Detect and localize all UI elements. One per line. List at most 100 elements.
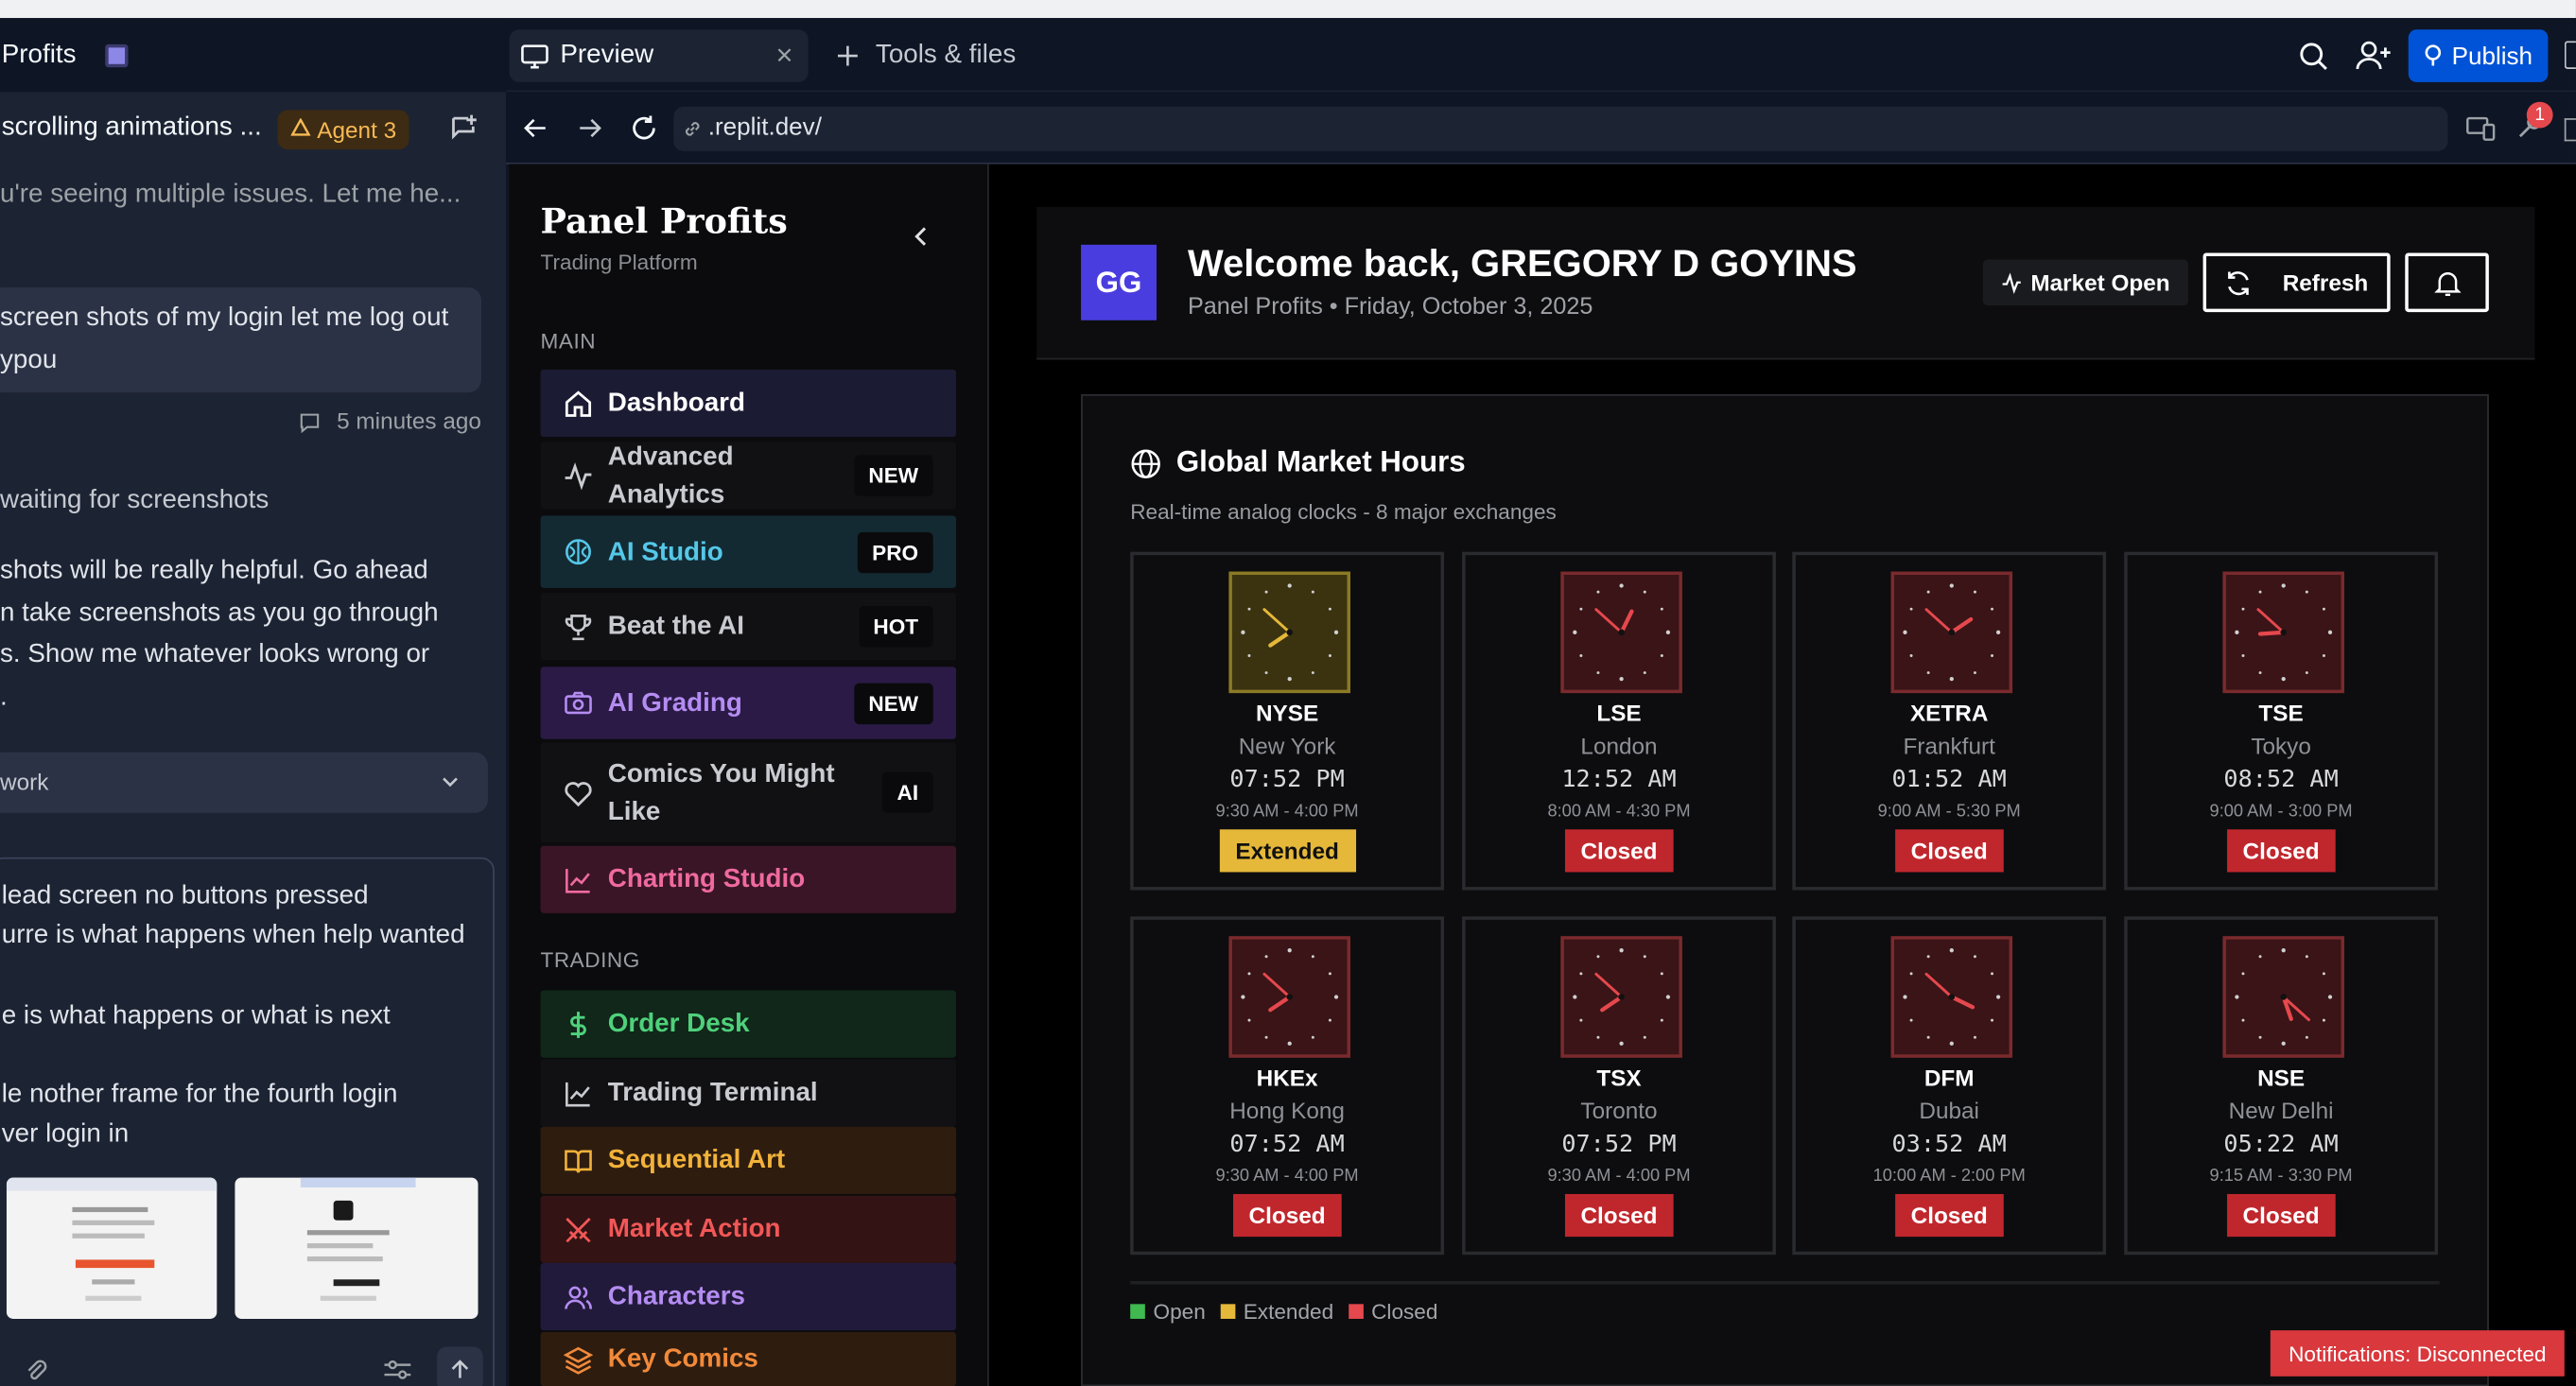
reload-icon[interactable] <box>629 113 658 143</box>
compose-box[interactable]: lead screen no buttons pressed urre is w… <box>0 857 495 1386</box>
exchange-city: Dubai <box>1919 1097 1979 1124</box>
agent-badge[interactable]: Agent 3 <box>277 110 410 150</box>
minute-hand <box>1594 608 1624 634</box>
nav-item-key-comics[interactable]: Key Comics <box>540 1331 957 1386</box>
notifications-status-toast: Notifications: Disconnected <box>2270 1330 2565 1377</box>
agent-icon <box>290 118 311 138</box>
screenshot-attachment-2[interactable] <box>235 1177 479 1319</box>
nav-label: Trading Terminal <box>607 1079 818 1107</box>
tab-tools-label: Tools & files <box>875 41 1017 69</box>
url-input[interactable]: .replit.dev/ <box>673 106 2448 151</box>
exchange-hours: 9:30 AM - 4:00 PM <box>1215 801 1359 822</box>
chart-line-icon <box>564 1078 593 1107</box>
tab-preview[interactable]: Preview <box>509 29 809 82</box>
exchange-code: DFM <box>1923 1064 1975 1091</box>
work-dropdown[interactable]: work <box>0 752 488 813</box>
exchange-card-lse[interactable]: LSE London 12:52 AM 8:00 AM - 4:30 PM Closed <box>1462 551 1776 891</box>
nav-item-beat-the-ai[interactable]: Beat the AI HOT <box>540 593 957 661</box>
nav-item-trading-terminal[interactable]: Trading Terminal <box>540 1059 957 1127</box>
nav-label: Beat the AI <box>607 612 744 641</box>
exchange-code: TSE <box>2258 700 2304 726</box>
exchange-city: New Delhi <box>2228 1097 2334 1124</box>
new-chat-icon[interactable] <box>448 112 481 145</box>
exchange-card-dfm[interactable]: DFM Dubai 03:52 AM 10:00 AM - 2:00 PM Closed <box>1792 916 2107 1256</box>
screenshot-attachment-1[interactable] <box>6 1177 218 1319</box>
nav-item-ai-grading[interactable]: AI Grading NEW <box>540 667 957 739</box>
market-open-label: Market Open <box>2030 269 2170 296</box>
analog-clock <box>1228 936 1350 1058</box>
hour-hand <box>2257 630 2286 636</box>
camera-icon <box>564 688 593 718</box>
attach-icon[interactable] <box>23 1357 49 1383</box>
welcome-subline: Panel Profits • Friday, October 3, 2025 <box>1187 293 1593 321</box>
hour-hand <box>1268 995 1292 1013</box>
minute-hand <box>1262 608 1292 634</box>
legend-open: Open <box>1153 1299 1206 1325</box>
dollar-icon <box>564 1010 593 1039</box>
panel-icon[interactable] <box>2564 118 2576 142</box>
exchange-card-tse[interactable]: TSE Tokyo 08:52 AM 9:00 AM - 3:00 PM Closed <box>2124 551 2439 891</box>
devices-icon[interactable] <box>2466 115 2498 142</box>
section-label-trading: TRADING <box>540 947 640 973</box>
nav-item-sequential-art[interactable]: Sequential Art <box>540 1126 957 1194</box>
exchange-hours: 9:00 AM - 3:00 PM <box>2209 801 2353 822</box>
nav-item-ai-studio[interactable]: AI Studio PRO <box>540 515 957 588</box>
refresh-button[interactable]: Refresh <box>2202 252 2391 313</box>
close-icon[interactable] <box>775 46 793 64</box>
tab-tools-files[interactable]: Tools & files <box>825 29 1054 82</box>
exchange-status-badge: Extended <box>1218 829 1356 873</box>
exchange-card-tsx[interactable]: TSX Toronto 07:52 PM 9:30 AM - 4:00 PM Close… <box>1462 916 1776 1256</box>
market-open-status[interactable]: Market Open <box>1982 259 2188 306</box>
layers-icon <box>563 1344 594 1374</box>
minute-hand <box>1924 608 1954 634</box>
analog-clock <box>2222 936 2344 1058</box>
exchange-status-badge: Closed <box>1894 1193 2005 1238</box>
section-label-main: MAIN <box>540 328 597 354</box>
hour-hand <box>1619 609 1634 634</box>
exchange-time: 07:52 PM <box>1229 767 1345 794</box>
nav-item-charting-studio[interactable]: Charting Studio <box>540 845 957 913</box>
monitor-icon <box>521 43 549 68</box>
exchange-card-xetra[interactable]: XETRA Frankfurt 01:52 AM 9:00 AM - 5:30 PM C… <box>1792 551 2107 891</box>
globe-icon <box>1130 448 1161 479</box>
publish-button[interactable]: Publish <box>2408 29 2549 82</box>
compose-line: le nother frame for the fourth login <box>1 1081 398 1109</box>
notifications-button[interactable] <box>2405 252 2489 313</box>
nav-item-characters[interactable]: Characters <box>540 1262 957 1331</box>
nav-label: AI Grading <box>607 688 742 718</box>
exchange-time: 08:52 AM <box>2223 767 2339 794</box>
agent-reply-line: . <box>0 683 8 712</box>
forward-arrow-icon[interactable] <box>577 115 603 142</box>
send-button[interactable] <box>437 1346 483 1386</box>
search-icon[interactable] <box>2298 41 2329 72</box>
brand-subtitle: Trading Platform <box>540 250 698 275</box>
nav-item-advanced-analytics[interactable]: Advanced Analytics NEW <box>540 442 957 510</box>
nav-label: Dashboard <box>607 389 745 418</box>
exchange-hours: 9:30 AM - 4:00 PM <box>1215 1166 1359 1187</box>
exchange-card-nse[interactable]: NSE New Delhi 05:22 AM 9:15 AM - 3:30 PM Clo… <box>2124 916 2439 1256</box>
project-title: Profits <box>1 41 77 69</box>
nav-item-market-action[interactable]: Market Action <box>540 1195 957 1263</box>
sidebar-toggle-icon[interactable] <box>2564 41 2576 69</box>
thread-title[interactable]: scrolling animations ... <box>2 113 262 143</box>
nav-label: Market Action <box>607 1215 781 1244</box>
exchange-status-badge: Closed <box>1564 829 1674 873</box>
window-top-strip <box>0 0 2576 19</box>
collapse-chevron-icon[interactable] <box>912 225 931 248</box>
settings-sliders-icon[interactable] <box>383 1357 412 1383</box>
exchange-card-nyse[interactable]: NYSE New York 07:52 PM 9:30 AM - 4:00 PM Ext… <box>1130 551 1444 891</box>
analog-clock <box>1890 936 2013 1058</box>
exchange-hours: 8:00 AM - 4:30 PM <box>1547 801 1691 822</box>
nav-item-dashboard[interactable]: Dashboard <box>540 369 957 438</box>
back-arrow-icon[interactable] <box>522 115 548 142</box>
user-message-line: ypou <box>0 346 58 375</box>
nav-badge: HOT <box>858 606 933 648</box>
invite-user-icon[interactable] <box>2356 40 2392 73</box>
hour-hand <box>1600 995 1624 1013</box>
publish-label: Publish <box>2451 42 2533 70</box>
market-status-legend: Open Extended Closed <box>1130 1299 1437 1324</box>
exchange-card-hkex[interactable]: HKEx Hong Kong 07:52 AM 9:30 AM - 4:00 PM Cl… <box>1130 916 1444 1256</box>
nav-item-comics-you-might-like[interactable]: Comics You Might Like AI <box>540 742 957 843</box>
avatar[interactable]: GG <box>1081 244 1157 321</box>
nav-item-order-desk[interactable]: Order Desk <box>540 990 957 1058</box>
